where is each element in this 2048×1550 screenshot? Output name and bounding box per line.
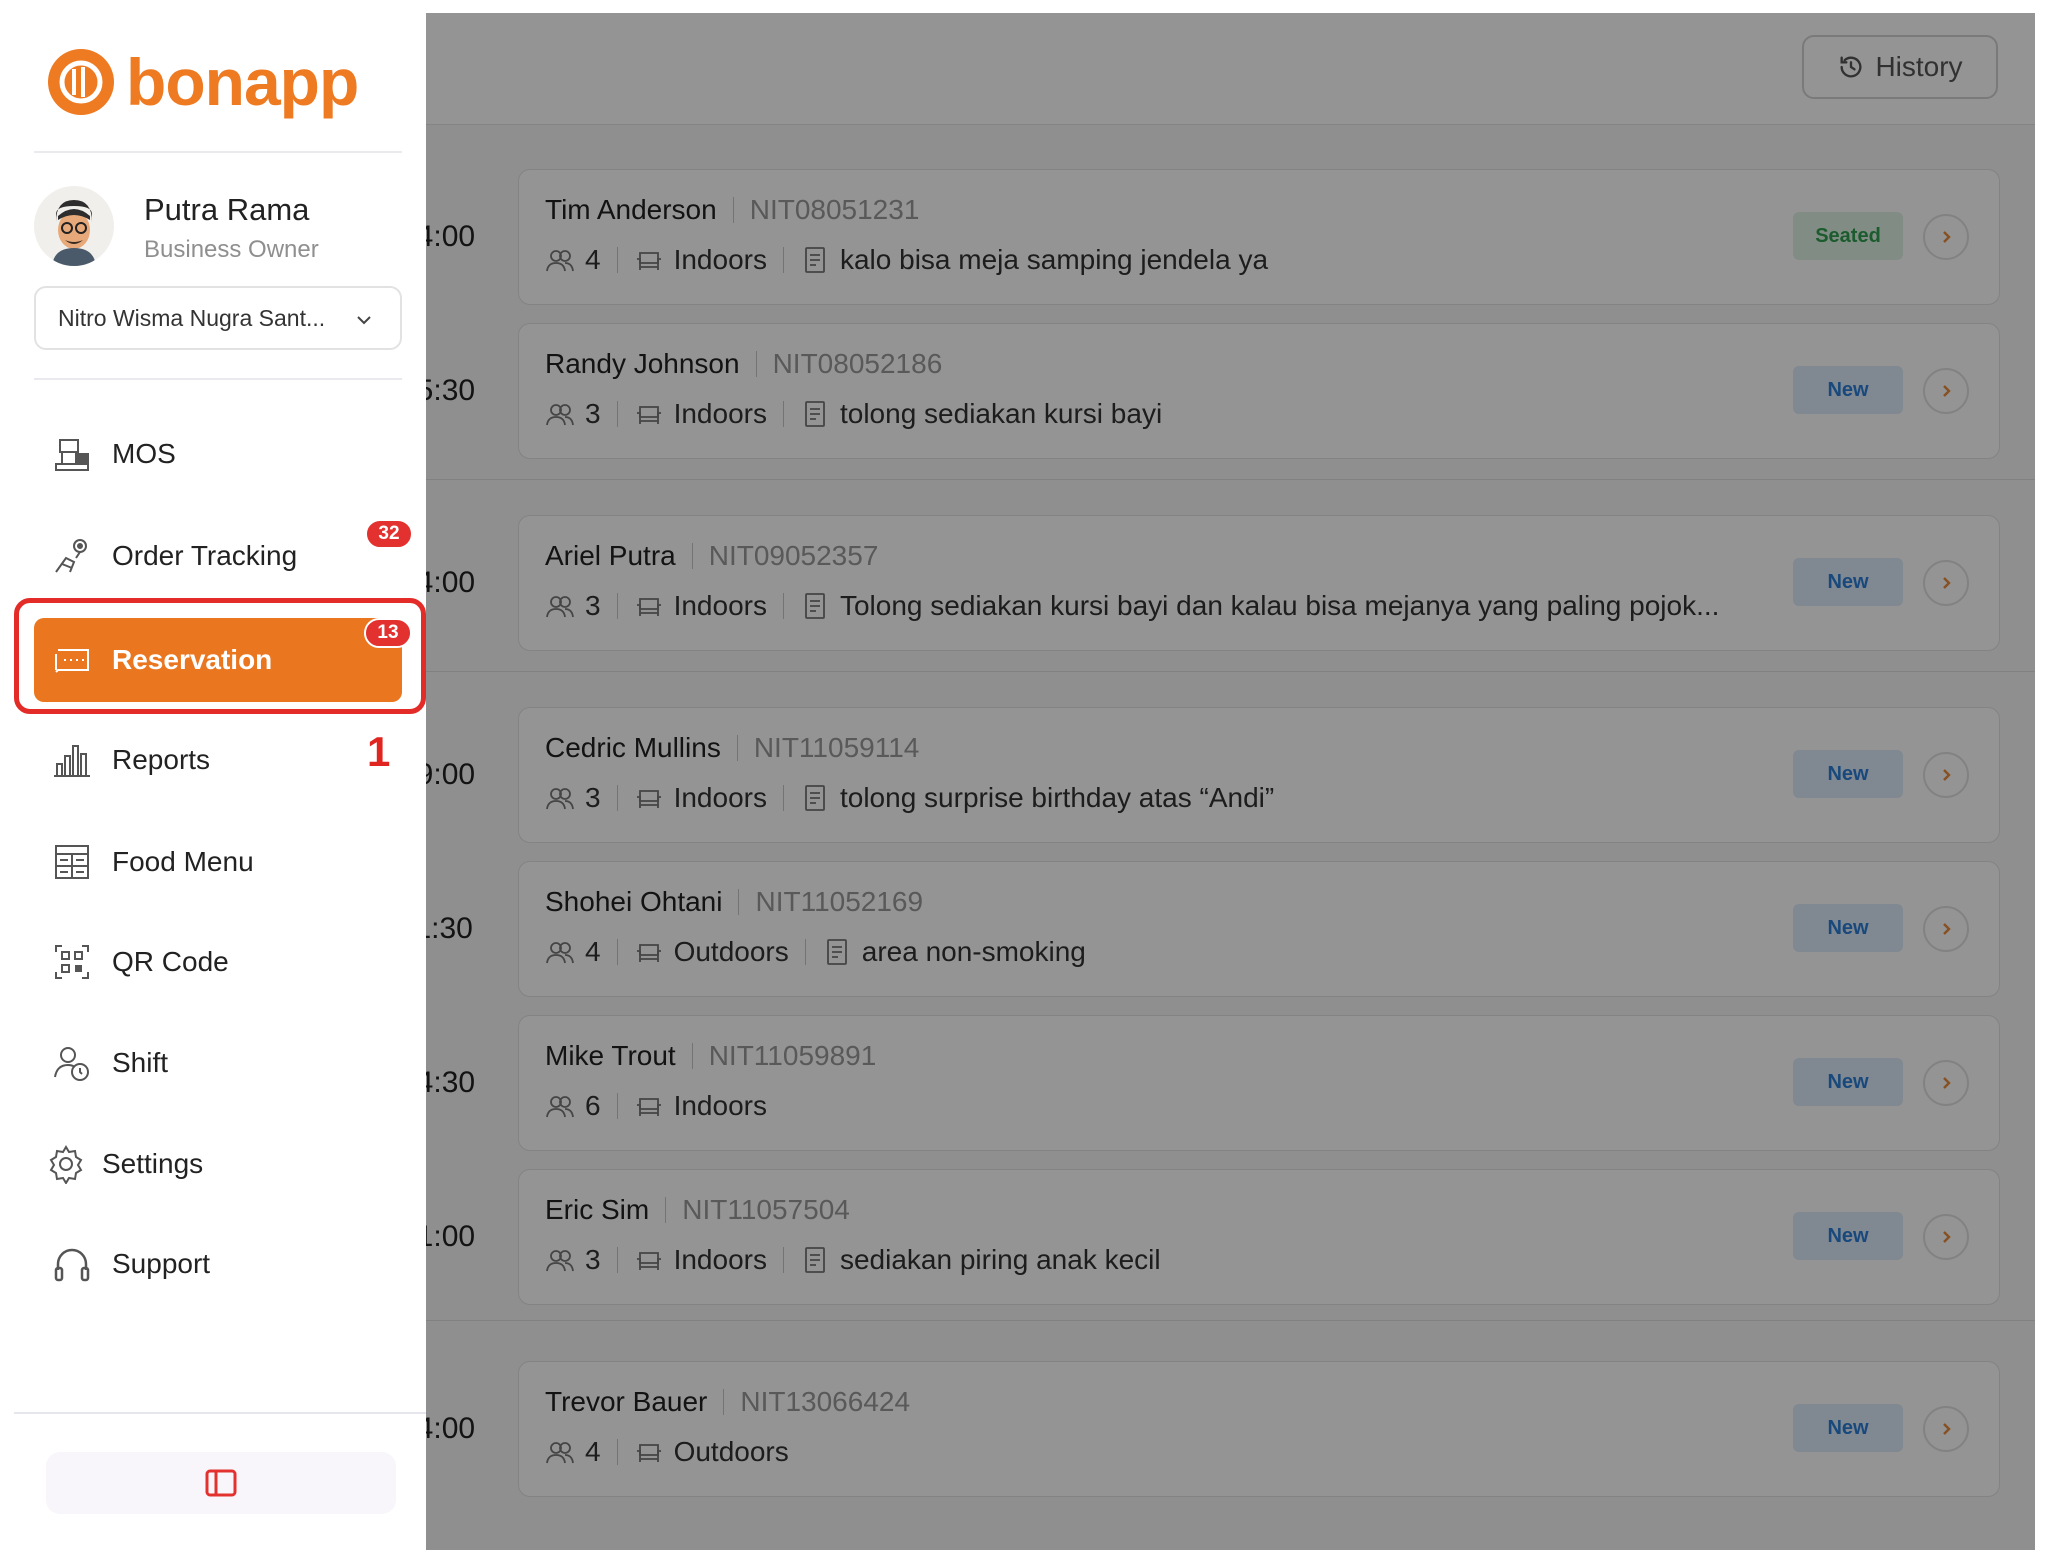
- headset-icon: [50, 1242, 94, 1286]
- qr-code-icon: [50, 940, 94, 984]
- sidebar-item-support[interactable]: Support: [34, 1222, 402, 1306]
- sidebar-item-label: MOS: [112, 438, 176, 469]
- sidebar-item-settings[interactable]: Settings: [34, 1122, 402, 1206]
- sidebar-item-label: QR Code: [112, 946, 229, 977]
- sidebar-item-label: Shift: [112, 1047, 169, 1078]
- sidebar-item-reports[interactable]: Reports: [34, 718, 402, 802]
- sidebar-toggle-icon: [205, 1469, 237, 1497]
- sidebar-item-qr-code[interactable]: QR Code: [34, 920, 402, 1004]
- sidebar-item-label: Food Menu: [112, 846, 254, 877]
- logo-text: bonapp: [126, 45, 359, 119]
- sidebar: bonapp Putra Rama Business Owner Nitro W…: [0, 0, 426, 1550]
- bonapp-logo-icon: [48, 49, 114, 115]
- chevron-down-icon: [357, 316, 371, 325]
- order-tracking-count-badge: 32: [365, 519, 413, 549]
- sidebar-item-label: Reports: [112, 744, 211, 775]
- gear-icon: [44, 1142, 88, 1186]
- sidebar-item-order-tracking[interactable]: Order Tracking: [34, 514, 402, 598]
- tutorial-highlight-box: [14, 598, 426, 714]
- sidebar-item-food-menu[interactable]: Food Menu: [34, 820, 402, 904]
- sidebar-item-shift[interactable]: Shift: [34, 1021, 402, 1105]
- avatar: [34, 186, 114, 266]
- app-window: History 14:00 Tim Anderson NIT08051231 4: [0, 0, 2048, 1550]
- outlet-name: Nitro Wisma Nugra Sant...: [58, 304, 326, 331]
- delivery-tracking-icon: [50, 534, 94, 578]
- sidebar-divider: [34, 378, 402, 380]
- bonapp-logo[interactable]: bonapp: [46, 44, 359, 120]
- food-menu-icon: [50, 840, 94, 884]
- sidebar-item-label: Order Tracking: [112, 540, 298, 571]
- sidebar-divider: [34, 151, 402, 153]
- sidebar-item-label: Support: [112, 1248, 211, 1279]
- shift-user-clock-icon: [50, 1041, 94, 1085]
- outlet-selector[interactable]: Nitro Wisma Nugra Sant...: [34, 286, 402, 350]
- sidebar-bottom-divider: [14, 1412, 426, 1414]
- sidebar-item-label: Settings: [102, 1148, 204, 1179]
- user-name: Putra Rama: [144, 192, 310, 227]
- bar-chart-icon: [50, 738, 94, 782]
- user-profile[interactable]: Putra Rama Business Owner: [34, 186, 414, 276]
- avatar-illustration-icon: [34, 186, 114, 266]
- sidebar-collapse-button[interactable]: [46, 1452, 396, 1514]
- user-role: Business Owner: [144, 236, 319, 263]
- pos-terminal-icon: [50, 432, 94, 476]
- sidebar-item-mos[interactable]: MOS: [34, 412, 402, 496]
